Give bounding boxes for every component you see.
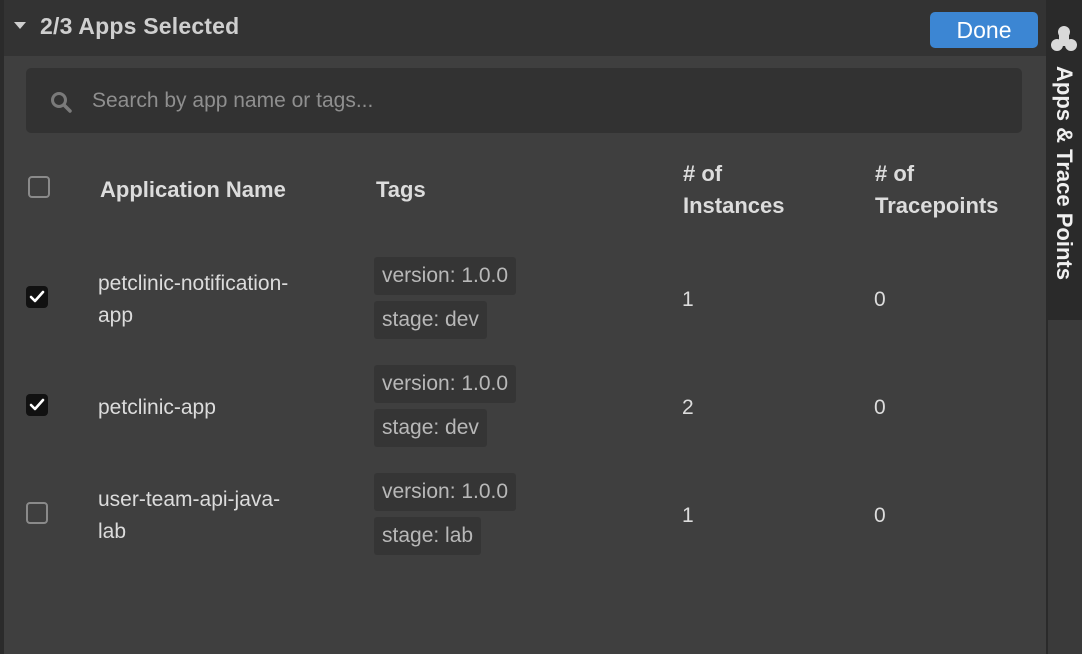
panel-header: 2/3 Apps Selected Done [4, 0, 1046, 56]
tag-badge: version: 1.0.0 [374, 365, 517, 403]
select-all-checkbox[interactable] [28, 176, 50, 198]
tracepoints-count: 0 [874, 504, 886, 527]
apps-trace-points-tab[interactable]: Apps & Trace Points [1046, 0, 1082, 320]
search-box [26, 68, 1022, 133]
instances-count: 2 [682, 396, 694, 419]
row-checkbox[interactable] [26, 394, 48, 416]
apps-panel: 2/3 Apps Selected Done Application Name … [4, 0, 1046, 654]
application-name: user-team-api-java- lab [98, 484, 280, 548]
tracepoints-count: 0 [874, 396, 886, 419]
column-header-instances-line2: Instances [683, 193, 785, 218]
tag-badge: stage: lab [374, 517, 482, 555]
tag-badge: stage: dev [374, 301, 487, 339]
done-button[interactable]: Done [930, 12, 1038, 48]
side-tab-label: Apps & Trace Points [1052, 66, 1077, 280]
row-checkbox[interactable] [26, 286, 48, 308]
tag-badge: stage: dev [374, 409, 487, 447]
application-name-line2: app [98, 304, 134, 327]
tag-badge: version: 1.0.0 [374, 473, 517, 511]
app-logo-icon [1051, 26, 1077, 51]
tag-badge: version: 1.0.0 [374, 257, 517, 295]
column-header-instances-line1: # of [683, 161, 723, 186]
application-name-line2: lab [98, 520, 127, 543]
selection-count-title[interactable]: 2/3 Apps Selected [40, 13, 239, 40]
tracepoints-count: 0 [874, 288, 886, 311]
column-header-instances[interactable]: # of Instances [683, 158, 785, 222]
collapse-arrow-icon[interactable] [14, 22, 26, 29]
column-header-application-name[interactable]: Application Name [100, 174, 286, 206]
row-checkbox[interactable] [26, 502, 48, 524]
application-name-line1: user-team-api-java- [98, 488, 281, 511]
column-header-tracepoints-line1: # of [875, 161, 915, 186]
search-icon [51, 92, 72, 113]
search-input[interactable] [92, 68, 992, 133]
checkmark-icon [29, 398, 45, 411]
application-name-line1: petclinic-notification- [98, 272, 289, 295]
side-strip [1046, 320, 1082, 654]
instances-count: 1 [682, 288, 694, 311]
checkmark-icon [29, 290, 45, 303]
instances-count: 1 [682, 504, 694, 527]
column-header-tracepoints[interactable]: # of Tracepoints [875, 158, 998, 222]
column-header-tags: Tags [376, 177, 426, 202]
column-header-tracepoints-line2: Tracepoints [875, 193, 999, 218]
application-name: petclinic-app [98, 396, 216, 419]
application-name: petclinic-notification- app [98, 268, 288, 332]
